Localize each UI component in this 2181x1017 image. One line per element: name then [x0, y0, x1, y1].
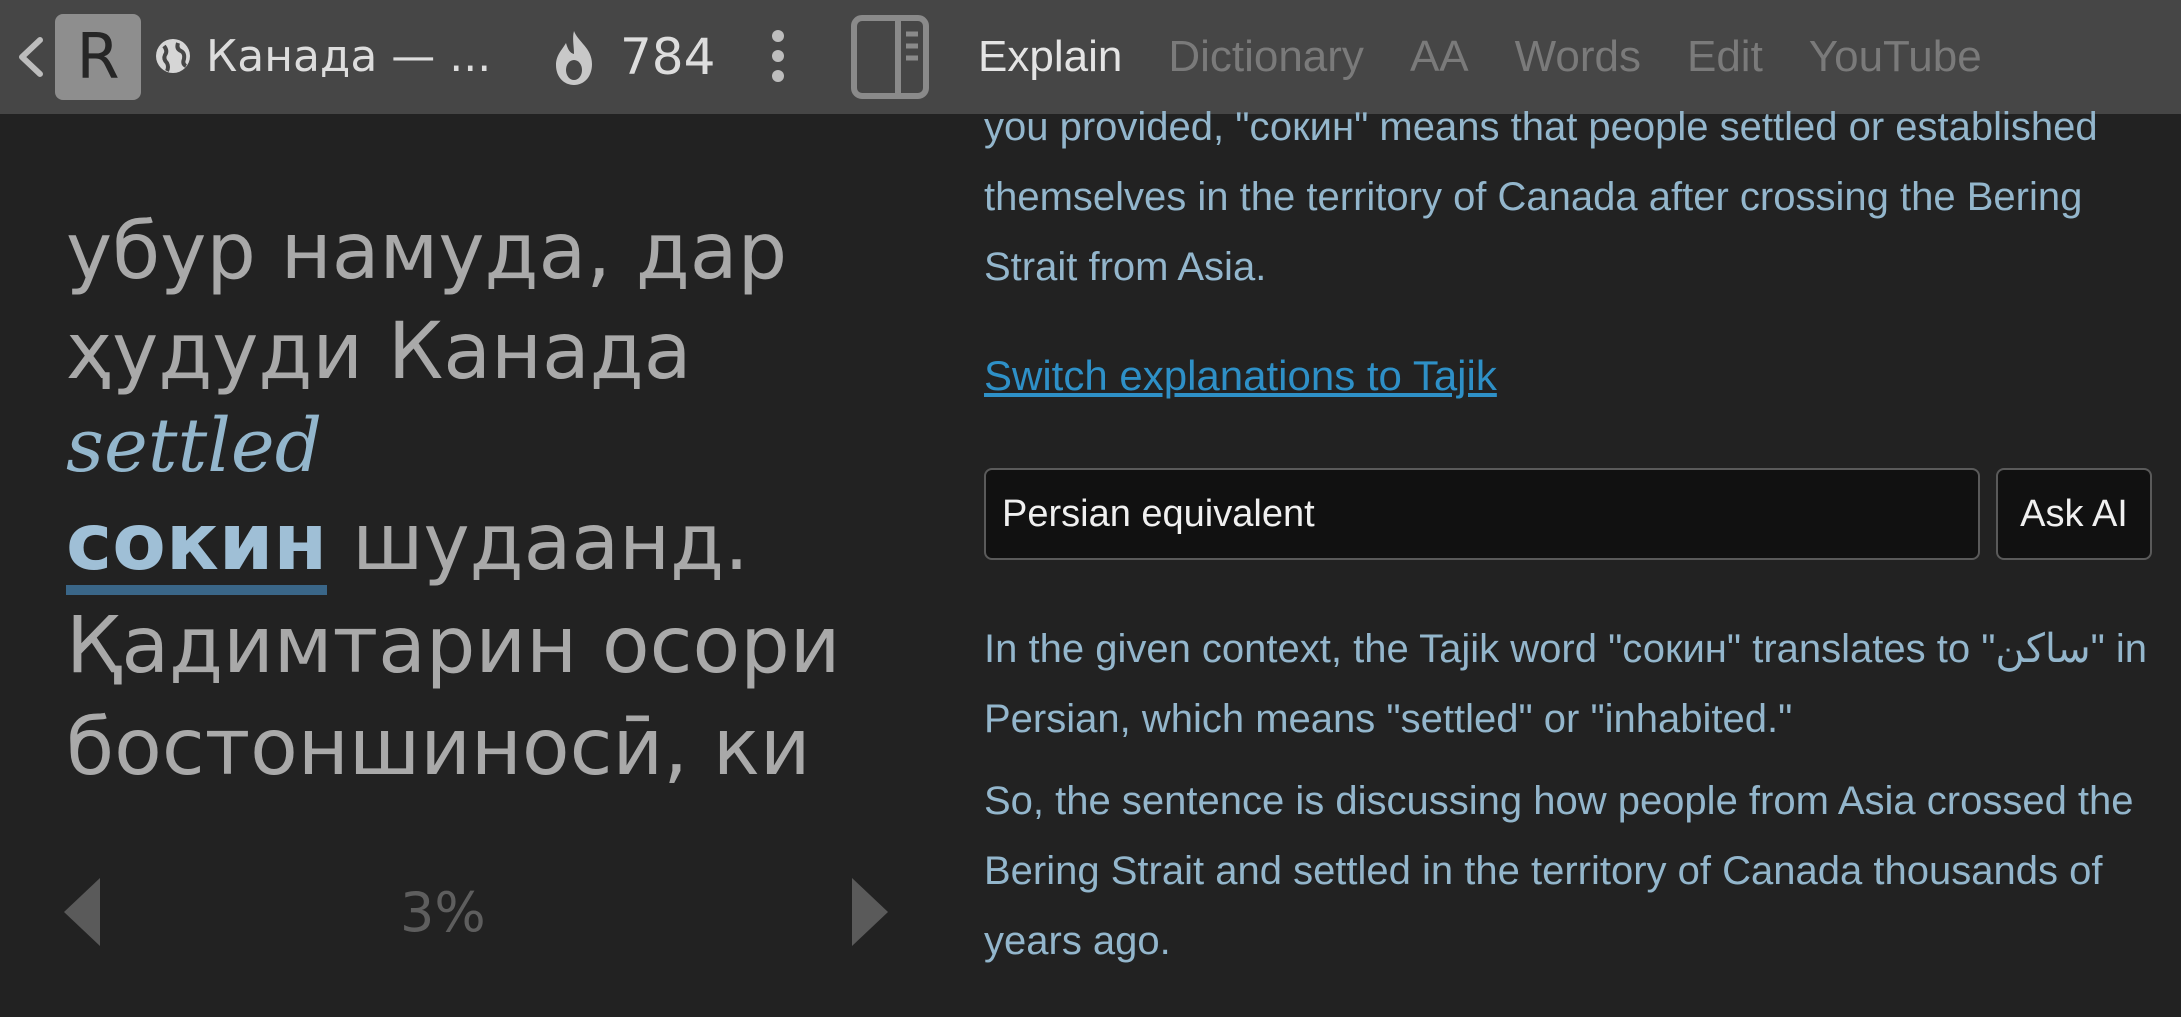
reader-pane: убур намуда, дар ҳудуди Канада settled с… — [0, 114, 930, 1017]
globe-icon — [156, 39, 190, 73]
streak-count: 784 — [620, 28, 716, 86]
app-logo[interactable]: R — [55, 14, 141, 100]
flame-icon — [556, 31, 592, 85]
chevron-left-icon[interactable] — [10, 34, 50, 80]
ai-answer-paragraph: So, the sentence is discussing how peopl… — [984, 779, 2134, 963]
panel-toggle-icon[interactable] — [850, 14, 930, 100]
reading-progress: 3% — [400, 881, 486, 944]
ai-answer-paragraph: In the given context, the Tajik word "со… — [984, 627, 2148, 741]
ask-ai-input[interactable] — [984, 468, 1980, 560]
prev-page-arrow-icon[interactable] — [60, 874, 104, 950]
tab-explain[interactable]: Explain — [978, 24, 1122, 90]
reader-text-bottom: сокин шудаанд. Қадимтарин осори бостонши… — [66, 492, 926, 799]
reader-line: сокин шудаанд. — [66, 492, 926, 595]
panel-tabs: Explain Dictionary AA Words Edit YouTube — [978, 24, 1982, 90]
explain-pane: you provided, "сокин" means that people … — [960, 105, 2160, 1017]
tab-font-size[interactable]: AA — [1410, 24, 1469, 90]
reader-line: убур намуда, дар — [66, 207, 788, 297]
reader-line[interactable]: Қадимтарин осори — [66, 595, 926, 697]
document-title[interactable]: Канада — ... — [206, 24, 491, 90]
tab-dictionary[interactable]: Dictionary — [1168, 24, 1364, 90]
reader-line[interactable]: бостоншиносӣ, ки — [66, 697, 926, 799]
next-page-arrow-icon[interactable] — [848, 874, 892, 950]
reader-line-rest[interactable]: шудаанд. — [327, 498, 749, 588]
tab-youtube[interactable]: YouTube — [1809, 24, 1982, 90]
word-gloss: settled — [66, 403, 323, 489]
selected-word[interactable]: сокин — [66, 501, 328, 595]
kebab-menu-icon[interactable] — [760, 26, 796, 86]
tab-words[interactable]: Words — [1515, 24, 1641, 90]
switch-language-link[interactable]: Switch explanations to Tajik — [984, 346, 1497, 406]
reader-text-top: убур намуда, дар ҳудуди Канада — [66, 202, 916, 402]
reader-line: ҳудуди Канада — [66, 307, 692, 397]
tab-edit[interactable]: Edit — [1687, 24, 1763, 90]
ask-ai-button[interactable]: Ask AI — [1996, 468, 2152, 560]
explanation-text: you provided, "сокин" means that people … — [984, 105, 2098, 289]
